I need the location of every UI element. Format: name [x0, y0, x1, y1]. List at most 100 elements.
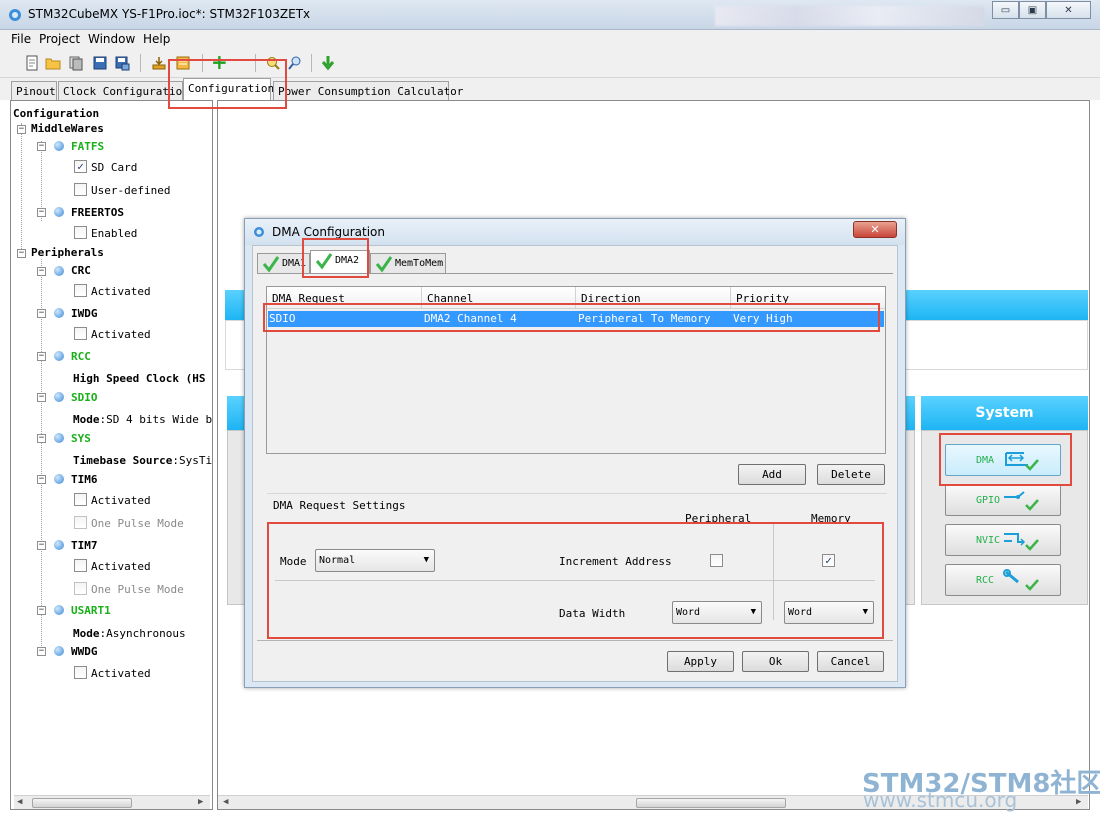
- save-as-icon[interactable]: [114, 55, 130, 71]
- add-button[interactable]: Add: [738, 464, 806, 485]
- menu-window[interactable]: Window: [88, 32, 135, 46]
- new-project-icon[interactable]: [24, 55, 40, 71]
- close-button[interactable]: ✕: [1046, 1, 1091, 19]
- collapse-icon[interactable]: −: [37, 606, 46, 615]
- collapse-icon[interactable]: −: [17, 125, 26, 134]
- cancel-button[interactable]: Cancel: [817, 651, 884, 672]
- usart1-mode-label: Mode: [73, 627, 100, 640]
- toolbar-separator: [140, 54, 141, 72]
- collapse-icon[interactable]: −: [37, 475, 46, 484]
- import-icon[interactable]: [151, 55, 167, 71]
- tree-middlewares[interactable]: MiddleWares: [31, 122, 104, 135]
- annotation-request-settings: [267, 522, 884, 639]
- annotation-sdio-row: [263, 303, 880, 332]
- tree-freertos[interactable]: FREERTOS: [71, 206, 124, 219]
- node-icon: [54, 605, 64, 615]
- tim6-activated-checkbox[interactable]: [74, 493, 87, 506]
- menu-project[interactable]: Project: [39, 32, 80, 46]
- minimize-button[interactable]: ▭: [992, 1, 1019, 19]
- collapse-icon[interactable]: −: [37, 393, 46, 402]
- find-icon[interactable]: [287, 55, 303, 71]
- settings-divider: [267, 493, 887, 494]
- tim7-activated-checkbox[interactable]: [74, 559, 87, 572]
- configuration-tree: Configuration − MiddleWares − FATFS ✓ SD…: [10, 100, 213, 810]
- blurred-area: [715, 6, 985, 26]
- usart1-mode-row: Mode:Asynchronous: [73, 627, 186, 640]
- tim7-activated-label: Activated: [91, 560, 151, 573]
- node-icon: [54, 351, 64, 361]
- open-icon[interactable]: [45, 55, 61, 71]
- menu-bar: File Project Window Help: [0, 30, 1100, 50]
- scroll-right-icon[interactable]: ▶: [198, 797, 203, 807]
- scroll-left-icon[interactable]: ◀: [223, 797, 228, 807]
- wwdg-activated-label: Activated: [91, 667, 151, 680]
- tree-guide: [41, 259, 42, 654]
- user-defined-checkbox[interactable]: [74, 183, 87, 196]
- tree-sdio[interactable]: SDIO: [71, 391, 98, 404]
- tree-crc[interactable]: CRC: [71, 264, 91, 277]
- freertos-enabled-checkbox[interactable]: [74, 226, 87, 239]
- collapse-icon[interactable]: −: [37, 352, 46, 361]
- tree-guide: [21, 123, 22, 253]
- tree-tim7[interactable]: TIM7: [71, 539, 98, 552]
- collapse-icon[interactable]: −: [37, 541, 46, 550]
- gpio-icon: [1004, 491, 1039, 511]
- window-title: STM32CubeMX YS-F1Pro.ioc*: STM32F103ZETx: [28, 7, 311, 21]
- collapse-icon[interactable]: −: [37, 267, 46, 276]
- tree-tim6[interactable]: TIM6: [71, 473, 98, 486]
- restore-button[interactable]: ▣: [1019, 1, 1046, 19]
- scroll-thumb[interactable]: [636, 798, 786, 808]
- tab-clock-configuration[interactable]: Clock Configuration: [58, 81, 189, 100]
- check-icon: [262, 256, 280, 273]
- nvic-button[interactable]: NVIC: [945, 524, 1061, 556]
- download-icon[interactable]: [320, 55, 336, 71]
- tree-fatfs[interactable]: FATFS: [71, 140, 104, 153]
- wwdg-activated-checkbox[interactable]: [74, 666, 87, 679]
- collapse-icon[interactable]: −: [37, 647, 46, 656]
- sys-timebase-value: :SysTi: [172, 454, 213, 467]
- rcc-hse-label: High Speed Clock (HS: [73, 372, 206, 385]
- collapse-icon[interactable]: −: [37, 208, 46, 217]
- sd-card-checkbox[interactable]: ✓: [74, 160, 87, 173]
- title-bar: STM32CubeMX YS-F1Pro.ioc*: STM32F103ZETx…: [0, 0, 1100, 30]
- node-icon: [54, 646, 64, 656]
- tree-usart1[interactable]: USART1: [71, 604, 111, 617]
- scroll-left-icon[interactable]: ◀: [17, 797, 22, 807]
- rcc-button[interactable]: RCC: [945, 564, 1061, 596]
- save-icon[interactable]: [92, 55, 108, 71]
- collapse-icon[interactable]: −: [37, 434, 46, 443]
- tim6-one-pulse-checkbox[interactable]: [74, 516, 87, 529]
- scroll-thumb[interactable]: [32, 798, 132, 808]
- tree-wwdg[interactable]: WWDG: [71, 645, 98, 658]
- sd-card-label: SD Card: [91, 161, 138, 174]
- tree-rcc[interactable]: RCC: [71, 350, 91, 363]
- crc-activated-checkbox[interactable]: [74, 284, 87, 297]
- rcc-button-label: RCC: [976, 575, 995, 586]
- apply-button[interactable]: Apply: [667, 651, 734, 672]
- iwdg-activated-label: Activated: [91, 328, 151, 341]
- tree-iwdg[interactable]: IWDG: [71, 307, 98, 320]
- collapse-icon[interactable]: −: [37, 309, 46, 318]
- iwdg-activated-checkbox[interactable]: [74, 327, 87, 340]
- node-icon: [54, 540, 64, 550]
- wrench-icon: [1003, 569, 1039, 591]
- sdio-mode-value: :SD 4 bits Wide bu: [99, 413, 213, 426]
- collapse-icon[interactable]: −: [37, 142, 46, 151]
- tab-memtomem[interactable]: MemToMem: [370, 253, 446, 273]
- tim7-one-pulse-checkbox[interactable]: [74, 582, 87, 595]
- node-icon: [54, 141, 64, 151]
- gpio-button[interactable]: GPIO: [945, 484, 1061, 516]
- tree-sys[interactable]: SYS: [71, 432, 91, 445]
- ok-button[interactable]: Ok: [742, 651, 809, 672]
- menu-file[interactable]: File: [11, 32, 31, 46]
- collapse-icon[interactable]: −: [17, 249, 26, 258]
- tab-pinout[interactable]: Pinout: [11, 81, 57, 100]
- tab-power-consumption-calculator[interactable]: Power Consumption Calculator: [273, 81, 463, 100]
- menu-help[interactable]: Help: [143, 32, 170, 46]
- copy-icon[interactable]: [68, 55, 84, 71]
- node-icon: [54, 308, 64, 318]
- delete-button[interactable]: Delete: [817, 464, 885, 485]
- left-horizontal-scrollbar[interactable]: ◀ ▶: [14, 795, 210, 809]
- tree-peripherals[interactable]: Peripherals: [31, 246, 104, 259]
- dialog-close-button[interactable]: ✕: [853, 221, 897, 238]
